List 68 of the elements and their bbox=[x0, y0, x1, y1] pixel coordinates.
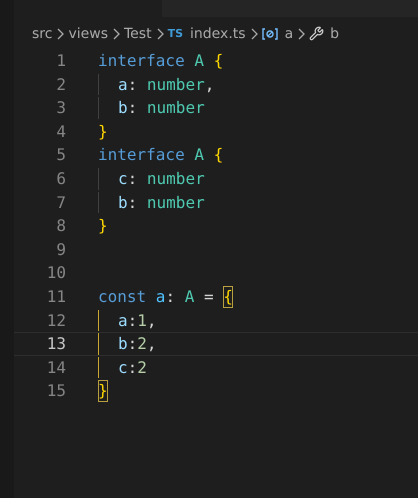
breadcrumb-item[interactable]: index.ts bbox=[190, 26, 246, 42]
code-token: number bbox=[146, 192, 205, 214]
code-token: } bbox=[98, 215, 108, 237]
code-token: 1 bbox=[137, 310, 147, 332]
line-number: 14 bbox=[46, 356, 66, 378]
line-number: 7 bbox=[55, 192, 66, 214]
code-token: A bbox=[184, 286, 196, 308]
code-token: : bbox=[128, 74, 138, 96]
line-number: 3 bbox=[55, 97, 66, 119]
code-token: const bbox=[98, 286, 148, 308]
code-token: interface bbox=[98, 144, 186, 166]
line-number: 13 bbox=[46, 333, 66, 355]
wrench-icon bbox=[309, 26, 324, 41]
code-token: , bbox=[146, 333, 157, 355]
line-number: 2 bbox=[55, 74, 66, 96]
line-number: 4 bbox=[55, 120, 66, 142]
chevron-icon bbox=[55, 28, 66, 40]
code-token: a bbox=[156, 286, 166, 308]
breadcrumb-item[interactable]: views bbox=[68, 26, 108, 42]
code-token: , bbox=[204, 74, 214, 96]
line-number: 8 bbox=[55, 215, 66, 237]
code-token: } bbox=[98, 120, 108, 142]
code-token: : bbox=[128, 333, 138, 355]
code-token: number bbox=[146, 97, 205, 119]
code-token: number bbox=[146, 168, 205, 190]
code-token: , bbox=[146, 310, 157, 332]
code-token: b bbox=[118, 97, 128, 119]
line-number: 12 bbox=[46, 310, 66, 332]
code-token: { bbox=[214, 50, 224, 72]
code-token: a bbox=[118, 310, 128, 332]
code-token: : bbox=[128, 310, 138, 332]
code-token: A bbox=[194, 144, 205, 166]
typescript-file-icon: TS bbox=[168, 27, 184, 40]
code-token: : bbox=[165, 286, 176, 308]
breadcrumb-item[interactable]: b bbox=[330, 26, 340, 42]
line-number: 1 bbox=[55, 50, 66, 72]
line-number: 5 bbox=[55, 144, 66, 166]
variable-icon bbox=[262, 28, 278, 40]
code-token: { bbox=[214, 144, 224, 166]
code-token: 2 bbox=[137, 333, 147, 355]
code-token: : bbox=[128, 356, 138, 378]
chevron-icon bbox=[154, 28, 165, 40]
chevron-icon bbox=[248, 28, 259, 40]
matched-bracket: } bbox=[98, 380, 108, 402]
code-token: 2 bbox=[137, 356, 147, 378]
code-token: number bbox=[146, 74, 205, 96]
breadcrumb-item[interactable]: src bbox=[32, 26, 52, 42]
code-token: : bbox=[128, 97, 138, 119]
code-token: interface bbox=[98, 50, 186, 72]
breadcrumb-item[interactable]: a bbox=[284, 26, 294, 42]
chevron-icon bbox=[111, 28, 121, 40]
line-number: 11 bbox=[46, 286, 66, 308]
line-number: 9 bbox=[55, 238, 66, 260]
code-token: A bbox=[194, 50, 205, 72]
line-number: 15 bbox=[46, 380, 66, 402]
code-token: = bbox=[204, 286, 215, 308]
code-token: : bbox=[128, 192, 138, 214]
code-token: b bbox=[118, 333, 128, 355]
line-number: 6 bbox=[55, 168, 66, 190]
code-token: c bbox=[118, 168, 128, 190]
code-token: c bbox=[118, 356, 128, 378]
code-token: b bbox=[118, 192, 128, 214]
matched-bracket: { bbox=[223, 286, 233, 308]
code-token: : bbox=[128, 168, 138, 190]
chevron-icon bbox=[296, 28, 306, 40]
code-token: a bbox=[118, 74, 128, 96]
breadcrumb-item[interactable]: Test bbox=[124, 26, 152, 42]
line-number: 10 bbox=[46, 262, 66, 284]
